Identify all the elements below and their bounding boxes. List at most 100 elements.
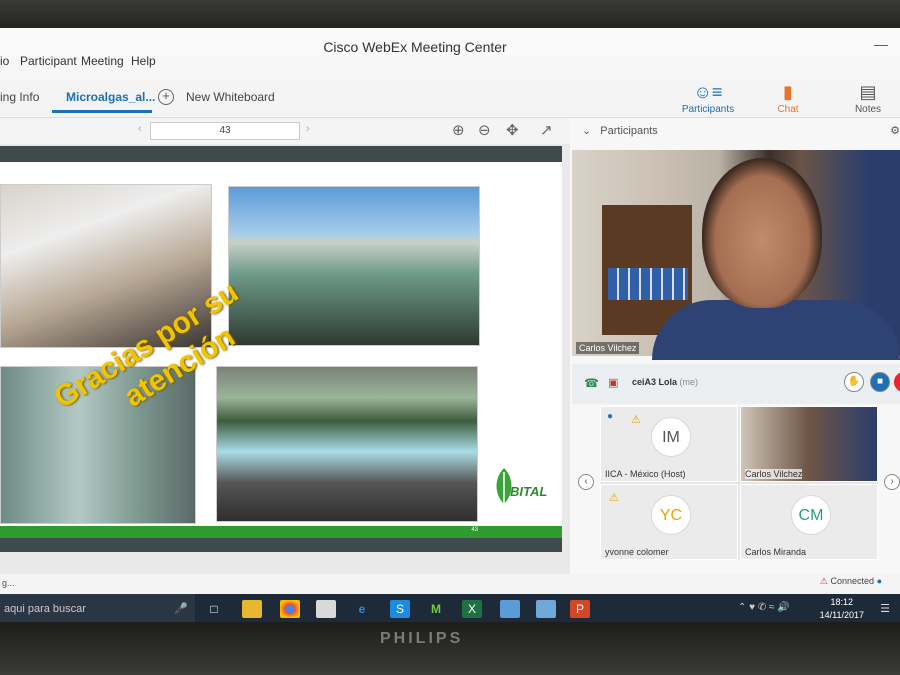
- avatar: YC: [651, 495, 691, 535]
- search-placeholder: aqui para buscar: [4, 603, 86, 615]
- edge-icon[interactable]: e: [352, 600, 372, 618]
- avatar: CM: [791, 495, 831, 535]
- chat-panel-button[interactable]: ▮ Chat: [758, 80, 818, 115]
- notifications-icon[interactable]: ☰: [880, 602, 890, 615]
- grid-prev-icon[interactable]: ‹: [578, 474, 594, 490]
- phone-audio-icon: ☎: [584, 376, 599, 390]
- my-participant-row: ☎ ▣ ceiA3 Lola (me) ✋ ■: [572, 364, 900, 404]
- participant-tile[interactable]: ⚠ YC yvonne colomer: [600, 484, 738, 560]
- logo-text: BITAL: [510, 484, 548, 499]
- excel-icon[interactable]: X: [462, 600, 482, 618]
- monitor-bezel-bottom: PHILIPS: [0, 622, 900, 675]
- participant-name: yvonne colomer: [605, 547, 669, 557]
- grid-next-icon[interactable]: ›: [884, 474, 900, 490]
- connection-icon: ⚠: [819, 576, 828, 586]
- active-tab-indicator: [52, 110, 152, 113]
- chrome-icon[interactable]: [280, 600, 300, 618]
- zoom-out-icon[interactable]: ⊖: [478, 121, 491, 139]
- active-speaker-name: Carlos Vilchez: [576, 342, 640, 354]
- title-bar: Cisco WebEx Meeting Center —: [0, 28, 900, 56]
- minimize-icon[interactable]: —: [874, 36, 888, 52]
- video-toggle-button[interactable]: ■: [870, 372, 890, 392]
- fullscreen-icon[interactable]: ↗: [540, 121, 553, 139]
- notes-panel-label: Notes: [854, 104, 882, 115]
- system-tray-icons[interactable]: ⌃ ♥ ✆ ≈ 🔊: [738, 602, 790, 613]
- movistar-icon[interactable]: M: [426, 600, 446, 618]
- chat-panel-label: Chat: [777, 104, 799, 115]
- settings-gear-icon[interactable]: ⚙: [890, 124, 900, 137]
- task-view-icon[interactable]: □: [204, 600, 224, 618]
- document-toolbar: ‹ 43 › ⊕ ⊖ ✥ ↗: [0, 118, 570, 144]
- file-explorer-icon[interactable]: [242, 600, 262, 618]
- participant-name: Carlos Vilchez: [745, 469, 803, 479]
- app-icon[interactable]: [500, 600, 520, 618]
- status-bar: g... ⚠ Connected ●: [0, 574, 900, 594]
- warning-icon: ⚠: [631, 414, 641, 426]
- skype-icon[interactable]: S: [390, 600, 410, 618]
- chat-icon: ▮: [783, 82, 793, 102]
- notes-icon: ▤: [859, 82, 877, 102]
- window-title: Cisco WebEx Meeting Center: [323, 39, 507, 55]
- monitor-brand-logo: PHILIPS: [380, 630, 464, 647]
- my-name-label: ceiA3 Lola: [632, 377, 678, 387]
- taskbar-search[interactable]: aqui para buscar 🎤: [0, 594, 195, 624]
- store-icon[interactable]: [316, 600, 336, 618]
- participant-tile[interactable]: CM Carlos Miranda: [740, 484, 878, 560]
- next-page-icon[interactable]: ›: [306, 123, 310, 135]
- windows-taskbar: aqui para buscar 🎤 □ e S M X P ⌃ ♥ ✆ ≈ 🔊…: [0, 594, 900, 624]
- participant-video-tile[interactable]: Carlos Vilchez: [740, 406, 878, 482]
- shared-content-area: Gracias por su atención BITAL 43: [0, 144, 570, 574]
- participants-header[interactable]: ⌄ Participants ⚙: [572, 124, 900, 144]
- screen-share-icon: ▣: [608, 377, 619, 389]
- slide-header-bar: [0, 146, 562, 162]
- video-person-head: [702, 158, 822, 308]
- slide-footer-bar: 43: [0, 526, 562, 552]
- monitor-bezel-top: [0, 0, 900, 30]
- presentation-slide: Gracias por su atención BITAL 43: [0, 146, 562, 552]
- video-person-body: [652, 300, 900, 360]
- my-name-suffix: (me): [679, 377, 699, 387]
- webex-icon[interactable]: [536, 600, 556, 618]
- tab-new-whiteboard[interactable]: New Whiteboard: [186, 90, 275, 104]
- notes-panel-button[interactable]: ▤ Notes: [838, 80, 898, 115]
- participants-panel-label: Participants: [681, 104, 735, 115]
- my-name: ceiA3 Lola (me): [632, 377, 698, 387]
- tab-document[interactable]: Microalgas_al...: [66, 90, 155, 104]
- add-tab-icon[interactable]: +: [158, 89, 174, 105]
- powerpoint-icon[interactable]: P: [570, 600, 590, 618]
- microphone-icon[interactable]: 🎤: [174, 602, 188, 615]
- participants-icon: ☺≡: [693, 82, 723, 102]
- clock-date: 14/11/2017: [819, 610, 864, 620]
- participant-grid: ● ⚠ IM IICA - México (Host) Carlos Vilch…: [600, 406, 878, 560]
- menu-item-audio[interactable]: io: [0, 54, 9, 68]
- participant-tile[interactable]: ● ⚠ IM IICA - México (Host): [600, 406, 738, 482]
- menu-item-meeting[interactable]: Meeting: [81, 54, 124, 68]
- menu-item-participant[interactable]: Participant: [20, 54, 77, 68]
- page-number-field[interactable]: 43: [150, 122, 300, 140]
- taskbar-clock[interactable]: 18:12 14/11/2017: [820, 596, 864, 622]
- host-globe-icon: ●: [607, 411, 614, 422]
- participant-name: Carlos Miranda: [745, 547, 807, 557]
- participants-header-label: Participants: [600, 125, 658, 137]
- participant-name: IICA - México (Host): [605, 469, 686, 479]
- collapse-chevron-icon[interactable]: ⌄: [582, 125, 591, 137]
- slide-page-number: 43: [471, 527, 478, 533]
- video-binders: [608, 268, 688, 300]
- photo-raceway-ponds: [216, 366, 478, 522]
- warning-icon: ⚠: [609, 492, 619, 504]
- raise-hand-button[interactable]: ✋: [844, 372, 864, 392]
- fit-icon[interactable]: ✥: [506, 121, 519, 139]
- status-text: g...: [2, 578, 15, 588]
- zoom-in-icon[interactable]: ⊕: [452, 121, 465, 139]
- connection-dot-icon: ●: [876, 576, 882, 586]
- tab-meeting-info[interactable]: ing Info: [0, 90, 39, 104]
- mute-button[interactable]: [894, 372, 900, 392]
- connection-label: Connected: [830, 576, 875, 586]
- avatar: IM: [651, 417, 691, 457]
- prev-page-icon[interactable]: ‹: [138, 123, 142, 135]
- menu-item-help[interactable]: Help: [131, 54, 156, 68]
- tab-bar: ing Info Microalgas_al... + New Whiteboa…: [0, 80, 900, 118]
- screen: Cisco WebEx Meeting Center — io Particip…: [0, 28, 900, 624]
- participants-panel-button[interactable]: ☺≡ Participants: [678, 80, 738, 115]
- clock-time: 18:12: [830, 597, 854, 607]
